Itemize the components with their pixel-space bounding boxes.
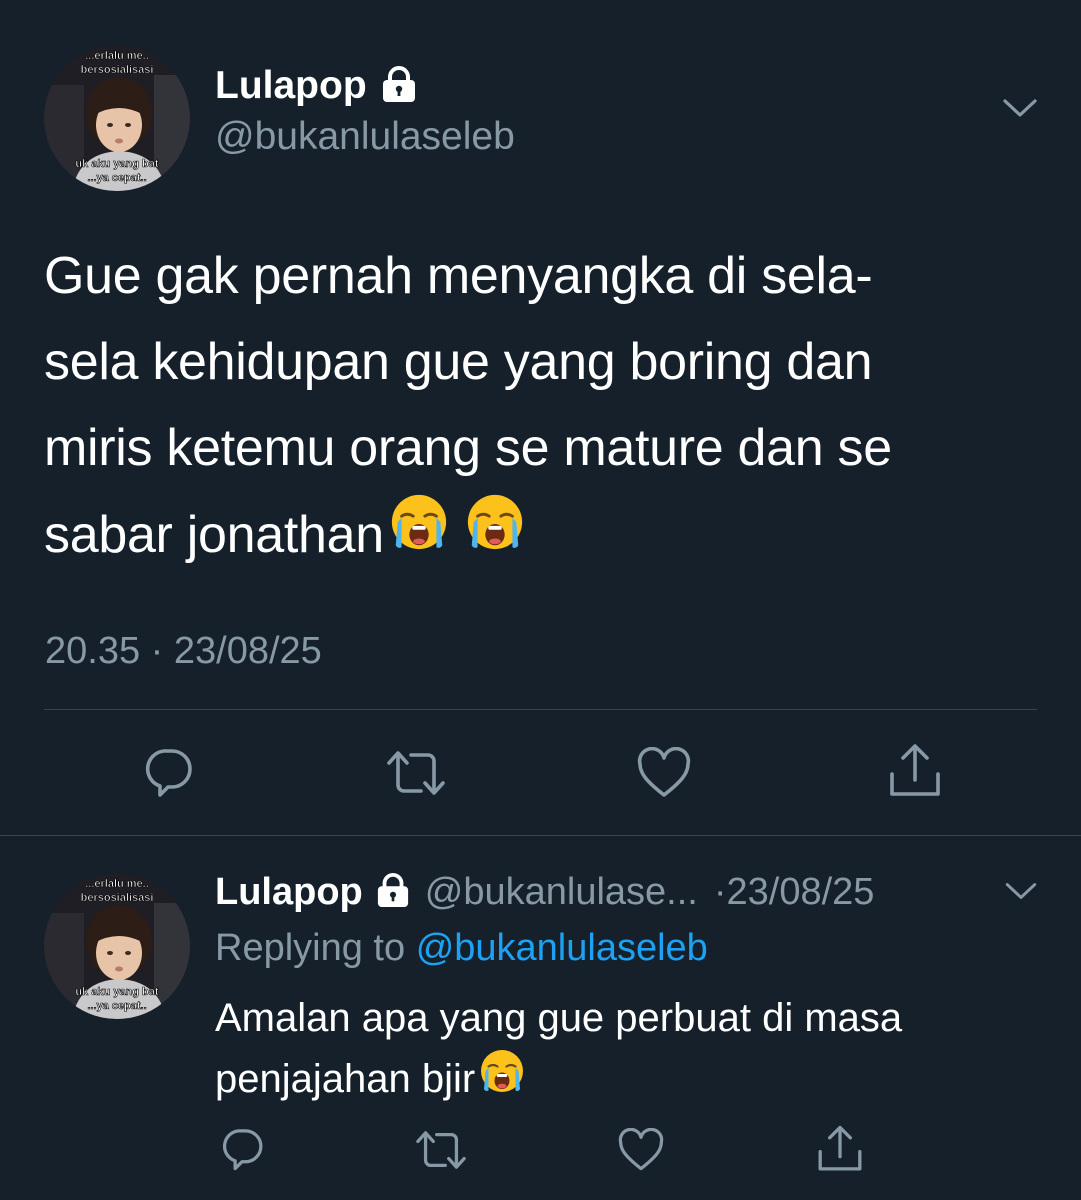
avatar-caption-bottom-2: ...ya cepat..: [87, 1000, 146, 1012]
share-icon[interactable]: [886, 742, 944, 800]
avatar-caption-top-2: bersosialisasi: [81, 892, 154, 904]
loudly-crying-face-emoji: [478, 1047, 526, 1111]
avatar[interactable]: ...erlalu me.. bersosialisasi uk aku yan…: [44, 873, 190, 1019]
chevron-down-icon[interactable]: [1003, 880, 1039, 902]
lock-icon: [374, 872, 412, 912]
reply-text: Amalan apa yang gue perbuat di masa penj…: [215, 990, 1035, 1111]
reply-header-row: Lulapop @bukanlulase... ·23/08/25: [215, 866, 874, 918]
avatar-caption-top-1: ...erlalu me..: [85, 50, 149, 62]
tweet-separator: [0, 835, 1081, 836]
avatar-caption-top-2: bersosialisasi: [81, 64, 154, 76]
like-icon[interactable]: [636, 747, 692, 799]
display-name[interactable]: Lulapop: [215, 64, 367, 108]
retweet-icon[interactable]: [385, 745, 447, 801]
tweet-text-line: sela kehidupan gue yang boring dan: [44, 333, 873, 391]
replying-to: Replying to @bukanlulaseleb: [215, 923, 708, 973]
avatar-caption-bottom-1: uk aku yang bat: [75, 986, 158, 998]
avatar-caption-bottom-2: ...ya cepat..: [87, 172, 146, 184]
reply-text-line: Amalan apa yang gue perbuat di masa: [215, 996, 903, 1040]
reply-text-line-last: penjajahan bjir: [215, 1047, 1035, 1111]
user-handle[interactable]: @bukanlulase...: [425, 871, 698, 914]
author-name-row[interactable]: Lulapop: [215, 62, 419, 110]
avatar[interactable]: ...erlalu me.. bersosialisasi uk aku yan…: [44, 45, 190, 191]
reply-icon[interactable]: [218, 1124, 266, 1172]
chevron-down-icon[interactable]: [1001, 96, 1039, 120]
tweet-text-line: miris ketemu orang se mature dan se: [44, 419, 892, 477]
share-icon[interactable]: [815, 1124, 865, 1174]
like-icon[interactable]: [617, 1128, 665, 1172]
retweet-icon[interactable]: [414, 1126, 468, 1174]
reply-text-line: penjajahan bjir: [215, 1056, 476, 1101]
tweet-text-line: Gue gak pernah menyangka di sela-: [44, 247, 873, 305]
lock-icon: [379, 65, 419, 107]
tweet-timestamp[interactable]: 20.35 · 23/08/25: [45, 627, 322, 675]
divider: [44, 709, 1037, 710]
replying-to-label: Replying to: [215, 927, 406, 969]
replying-to-handle[interactable]: @bukanlulaseleb: [416, 927, 708, 969]
reply-icon[interactable]: [140, 743, 196, 799]
loudly-crying-face-emoji: [388, 491, 450, 579]
display-name[interactable]: Lulapop: [215, 871, 363, 914]
avatar-caption-top-1: ...erlalu me..: [85, 878, 149, 890]
tweet-text-line-last: sabar jonathan: [44, 491, 1034, 579]
loudly-crying-face-emoji: [464, 491, 526, 579]
tweet-text-line: sabar jonathan: [44, 506, 384, 564]
user-handle[interactable]: @bukanlulaseleb: [215, 113, 515, 161]
reply-date[interactable]: ·23/08/25: [714, 871, 875, 914]
tweet-text: Gue gak pernah menyangka di sela- sela k…: [44, 233, 1034, 579]
avatar-caption-bottom-1: uk aku yang bat: [75, 158, 158, 170]
